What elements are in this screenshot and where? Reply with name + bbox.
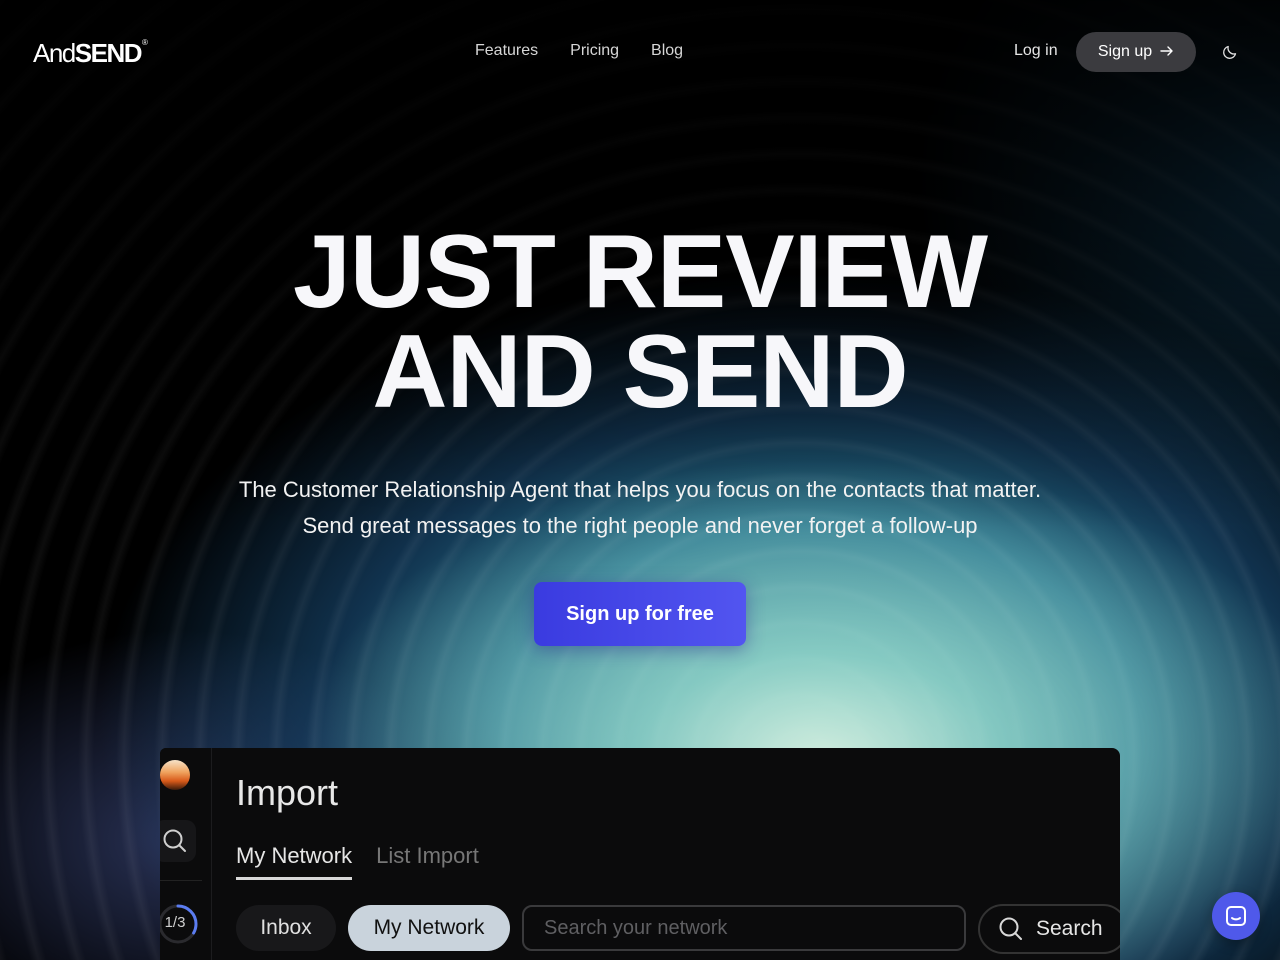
hero-headline: JUST REVIEW AND SEND (293, 214, 988, 430)
signup-button-label: Sign up (1097, 43, 1153, 60)
filter-my-network[interactable]: My Network (348, 905, 510, 951)
moon-icon[interactable] (1220, 42, 1240, 62)
search-input[interactable] (522, 905, 966, 951)
tab-list-import[interactable]: List Import (376, 843, 479, 880)
avatar[interactable] (160, 760, 190, 790)
chat-icon[interactable] (1212, 892, 1260, 940)
sidebar-divider (160, 880, 202, 881)
import-tabs: My Network List Import (236, 843, 479, 880)
search-button-label: Search (1036, 917, 1103, 940)
logo[interactable]: AndSEND® (33, 38, 148, 69)
nav-link-features[interactable]: Features (475, 42, 538, 60)
nav-link-pricing[interactable]: Pricing (570, 42, 619, 60)
site-header: AndSEND® Features Pricing Blog Log in Si… (0, 0, 1280, 104)
app-preview: 1/3 Import My Network List Import Inbox … (160, 748, 1120, 960)
signup-free-button[interactable]: Sign up for free (534, 582, 746, 646)
login-link[interactable]: Log in (1014, 42, 1058, 60)
sidebar-search-icon[interactable] (160, 820, 196, 862)
tab-my-network[interactable]: My Network (236, 843, 353, 880)
hero-subtitle: The Customer Relationship Agent that hel… (238, 477, 1042, 538)
page-title: Import (236, 772, 339, 813)
signup-button[interactable]: Sign up (1076, 32, 1196, 72)
arrow-right-icon (1160, 44, 1174, 60)
search-icon (999, 917, 1022, 940)
filter-inbox[interactable]: Inbox (236, 905, 336, 951)
nav-link-blog[interactable]: Blog (651, 42, 683, 60)
search-button[interactable]: Search (978, 904, 1120, 954)
main-nav: Features Pricing Blog (475, 42, 683, 60)
progress-label: 1/3 (164, 914, 186, 931)
app-sidebar: 1/3 (160, 748, 212, 960)
